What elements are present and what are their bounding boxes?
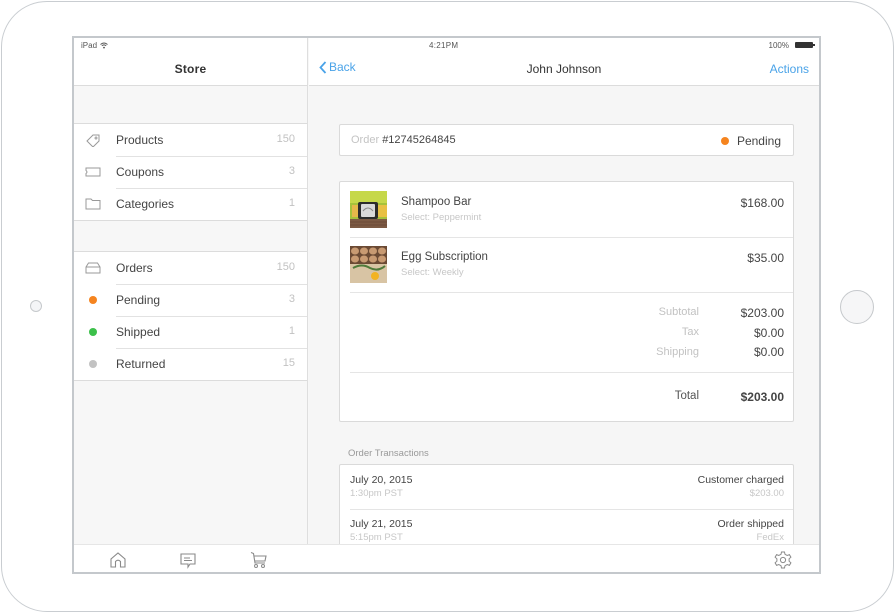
egg-subscription-thumbnail (350, 246, 387, 283)
wifi-icon (100, 42, 109, 49)
divider (350, 372, 793, 373)
transaction-event: Order shipped (717, 518, 784, 530)
catalog-group: Products 150 Coupons 3 Categories 1 (74, 123, 307, 221)
transaction-time: 5:15pm PST (350, 532, 403, 543)
item-price: $35.00 (747, 251, 784, 265)
sidebar-item-products[interactable]: Products 150 (74, 124, 307, 156)
battery-icon (795, 42, 815, 48)
order-label-wrap: Order #12745264845 (351, 134, 456, 146)
sidebar-item-label: Shipped (116, 325, 161, 339)
item-name: Shampoo Bar (401, 196, 472, 208)
sidebar-item-orders[interactable]: Orders 150 (74, 252, 307, 284)
coupon-icon (85, 167, 101, 177)
message-icon[interactable] (179, 551, 197, 569)
orders-group: Orders 150 Pending 3 Shipped 1 Returned … (74, 251, 307, 381)
sidebar-item-label: Returned (116, 357, 166, 371)
cart-icon[interactable] (250, 551, 268, 569)
sidebar-item-returned[interactable]: Returned 15 (74, 348, 307, 380)
item-variant: Select: Weekly (401, 267, 464, 278)
total-row: Total $203.00 (340, 390, 795, 408)
order-number-card: Order #12745264845 Pending (339, 124, 794, 156)
sidebar-item-label: Orders (116, 261, 153, 275)
subtotal-row: Subtotal $203.00 (340, 306, 795, 324)
sidebar-item-label: Pending (116, 293, 161, 307)
subtotal-label: Subtotal (658, 306, 699, 318)
returned-status-dot (89, 360, 97, 368)
sidebar-item-label: Products (116, 133, 164, 147)
sidebar-item-coupons[interactable]: Coupons 3 (74, 156, 307, 188)
customer-name-title: John Johnson (526, 62, 602, 76)
sidebar-item-count: 150 (276, 261, 295, 273)
home-button[interactable] (840, 290, 874, 324)
tax-value: $0.00 (753, 326, 784, 340)
order-label: Order (351, 134, 380, 146)
sidebar-item-shipped[interactable]: Shipped 1 (74, 316, 307, 348)
subtotal-value: $203.00 (740, 306, 784, 320)
item-name: Egg Subscription (401, 251, 488, 263)
transaction-row[interactable]: July 20, 2015 1:30pm PST Customer charge… (340, 465, 795, 509)
item-variant: Select: Peppermint (401, 212, 482, 223)
sidebar-item-label: Categories (116, 197, 175, 211)
clock: 4:21PM (429, 41, 459, 50)
home-icon[interactable] (109, 551, 127, 569)
actions-button[interactable]: Actions (770, 62, 809, 76)
shipping-label: Shipping (656, 346, 699, 358)
folder-icon (85, 198, 101, 210)
shipping-value: $0.00 (753, 345, 784, 359)
line-item[interactable]: Shampoo Bar Select: Peppermint $168.00 (340, 182, 795, 237)
inbox-icon (85, 262, 101, 274)
transaction-time: 1:30pm PST (350, 488, 403, 499)
tag-icon (86, 134, 100, 147)
order-items-card: Shampoo Bar Select: Peppermint $168.00 E… (339, 181, 794, 422)
carrier-text: iPad (81, 41, 98, 50)
sidebar: Store Products 150 Coupons 3 Categories … (74, 38, 308, 572)
total-value: $203.00 (740, 390, 784, 404)
transaction-detail: FedEx (756, 532, 784, 543)
divider (116, 284, 307, 285)
pending-status-dot (89, 296, 97, 304)
order-detail-pane: Back John Johnson Actions Order #1274526… (309, 38, 819, 572)
divider (116, 316, 307, 317)
transaction-event: Customer charged (697, 474, 784, 486)
sidebar-item-count: 3 (288, 293, 295, 305)
order-status-dot (721, 137, 729, 145)
sidebar-item-count: 3 (288, 165, 295, 177)
battery-percent: 100% (768, 41, 789, 50)
divider (350, 292, 793, 293)
divider (116, 156, 307, 157)
line-item[interactable]: Egg Subscription Select: Weekly $35.00 (340, 237, 795, 292)
carrier-label: iPad (81, 41, 109, 50)
divider (116, 188, 307, 189)
sidebar-item-count: 150 (276, 133, 295, 145)
shipping-row: Shipping $0.00 (340, 345, 795, 363)
ipad-screen: iPad 4:21PM 100% Store Products 150 Coup… (72, 36, 821, 574)
sidebar-item-pending[interactable]: Pending 3 (74, 284, 307, 316)
total-label: Total (674, 390, 699, 402)
tax-row: Tax $0.00 (340, 326, 795, 344)
transaction-date: July 21, 2015 (350, 518, 413, 530)
tab-bar (74, 544, 819, 572)
item-price: $168.00 (740, 196, 784, 210)
sidebar-item-count: 1 (288, 197, 295, 209)
divider (116, 348, 307, 349)
shampoo-bar-thumbnail (350, 191, 387, 228)
status-bar: iPad 4:21PM 100% (74, 38, 819, 52)
order-number: #12745264845 (382, 134, 456, 146)
sidebar-title: Store (174, 62, 207, 76)
sidebar-item-count: 1 (288, 325, 295, 337)
sidebar-item-categories[interactable]: Categories 1 (74, 188, 307, 220)
transaction-date: July 20, 2015 (350, 474, 413, 486)
transactions-heading: Order Transactions (348, 448, 429, 459)
sidebar-item-count: 15 (282, 357, 295, 369)
transaction-detail: $203.00 (749, 488, 784, 499)
front-camera (30, 300, 42, 312)
order-status: Pending (736, 134, 781, 148)
tax-label: Tax (681, 326, 699, 338)
gear-icon[interactable] (774, 551, 792, 569)
shipped-status-dot (89, 328, 97, 336)
sidebar-item-label: Coupons (116, 165, 165, 179)
